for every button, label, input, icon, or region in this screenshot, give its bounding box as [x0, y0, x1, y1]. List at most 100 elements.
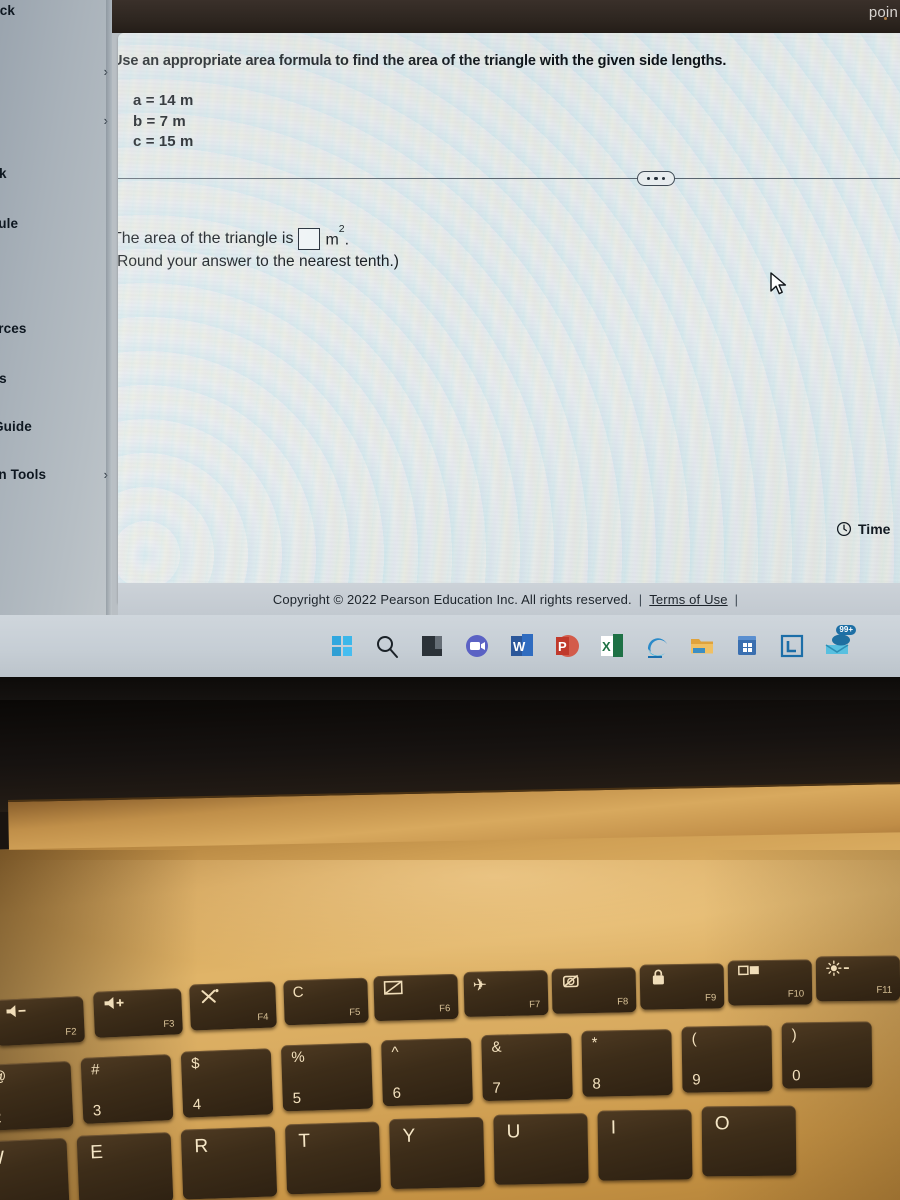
key-f8[interactable]: F8 [551, 967, 637, 1014]
key-f10[interactable]: F10 [727, 959, 813, 1006]
key-shift-symbol: # [90, 1061, 100, 1079]
powerpoint-icon[interactable]: P [553, 632, 581, 660]
clock-icon [836, 521, 852, 537]
key-base-symbol: 4 [192, 1096, 202, 1114]
laptop-body: F2 F3 F4 C F5 F6 ✈ F7 F8 F9 F10 F11 @ # … [0, 700, 900, 1200]
edge-icon[interactable] [643, 632, 671, 660]
laptop-photo-stage: poin Check rary › › book nedule [0, 0, 900, 1200]
given-c: c = 15 m [133, 133, 194, 150]
sidebar-item-ebook[interactable]: book [0, 166, 112, 181]
chevron-right-icon: › [103, 113, 108, 128]
sidebar-item-check[interactable]: Check [0, 3, 112, 18]
key-t[interactable]: T [284, 1121, 382, 1195]
key-f5[interactable]: C F5 [283, 977, 369, 1026]
svg-text:W: W [513, 639, 526, 654]
key-i[interactable]: I [597, 1109, 693, 1181]
sidebar-item-schedule[interactable]: nedule [0, 216, 112, 231]
mail-icon[interactable]: 99+ [823, 625, 856, 660]
chevron-right-icon: › [103, 64, 108, 79]
key-u[interactable]: U [493, 1113, 589, 1185]
key-9[interactable]: ( 9 [681, 1025, 773, 1093]
search-icon[interactable] [373, 632, 401, 660]
sidebar-item-resources[interactable]: sources [0, 321, 112, 336]
file-explorer-icon[interactable] [688, 632, 716, 660]
key-letter: W [0, 1147, 5, 1170]
question-prompt: Use an appropriate area formula to find … [118, 53, 727, 69]
footer-separator-trailing: | [734, 591, 739, 607]
key-f3[interactable]: F3 [93, 988, 183, 1038]
chevron-right-icon: › [103, 467, 108, 482]
outlook-icon[interactable] [778, 632, 806, 660]
dot [661, 176, 665, 181]
key-label: F6 [439, 1003, 451, 1015]
sidebar-item-library[interactable]: rary › [0, 64, 112, 79]
word-icon[interactable]: W [508, 632, 536, 660]
key-f9[interactable]: F9 [639, 963, 725, 1010]
sidebar-item-options[interactable]: tions [0, 371, 112, 386]
key-base-symbol: 0 [792, 1067, 801, 1085]
section-divider [118, 178, 900, 179]
sidebar-item-label: nedule [0, 216, 19, 231]
key-base-symbol: 7 [492, 1079, 502, 1097]
excel-icon[interactable]: X [598, 632, 626, 660]
sidebar-item-label: Check [0, 3, 16, 18]
key-label: F4 [257, 1011, 269, 1024]
key-label: F9 [705, 992, 717, 1004]
unit-exponent: 2 [338, 222, 345, 235]
key-4[interactable]: $ 4 [180, 1048, 274, 1118]
mail-unread-badge: 99+ [836, 625, 856, 635]
course-sidebar[interactable]: Check rary › › book nedule sources [0, 0, 112, 700]
time-label: Time [858, 521, 891, 537]
key-f6[interactable]: F6 [373, 973, 459, 1022]
key-f11[interactable]: F11 [815, 955, 900, 1002]
microsoft-store-icon[interactable] [733, 632, 761, 660]
mouse-cursor [770, 272, 787, 295]
key-f2[interactable]: F2 [0, 996, 85, 1046]
key-shift-symbol: ^ [391, 1043, 399, 1061]
key-shift-symbol: ) [791, 1026, 797, 1044]
key-letter: T [298, 1130, 311, 1153]
key-label: F8 [617, 996, 629, 1008]
divider-ellipsis-button[interactable] [637, 171, 675, 186]
key-base-symbol: 6 [392, 1084, 402, 1102]
taskbar-icon-group: W P X 99+ [328, 625, 856, 667]
svg-text:P: P [558, 639, 567, 654]
key-o[interactable]: O [701, 1105, 797, 1177]
key-0[interactable]: ) 0 [781, 1021, 873, 1089]
windows-taskbar[interactable]: W P X 99+ [0, 615, 900, 677]
sidebar-item-label: sources [0, 321, 27, 336]
terms-of-use-link[interactable]: Terms of Use [649, 592, 727, 607]
given-a: a = 14 m [133, 92, 194, 109]
key-w[interactable]: W [0, 1137, 70, 1200]
key-base-symbol: 9 [692, 1071, 701, 1089]
key-7[interactable]: & 7 [481, 1032, 573, 1102]
sidebar-item-label: book [0, 166, 7, 181]
unit-symbol: m [325, 231, 339, 249]
key-3[interactable]: # 3 [80, 1054, 174, 1124]
task-view-icon[interactable] [418, 632, 446, 660]
key-8[interactable]: * 8 [581, 1029, 673, 1097]
windows-start-icon[interactable] [328, 632, 356, 660]
key-shift-symbol: ( [691, 1030, 697, 1048]
key-5[interactable]: % 5 [280, 1042, 374, 1112]
key-r[interactable]: R [180, 1126, 278, 1200]
key-letter: I [610, 1117, 617, 1139]
teams-icon[interactable] [463, 632, 491, 660]
brightness-down-icon [826, 960, 849, 976]
sidebar-item-label: ck Guide [0, 419, 32, 434]
key-label: F7 [529, 999, 541, 1011]
key-label: F5 [349, 1006, 361, 1019]
copyright-text: Copyright © 2022 Pearson Education Inc. … [272, 591, 632, 607]
key-y[interactable]: Y [389, 1116, 485, 1190]
laptop-screen: poin Check rary › › book nedule [0, 0, 900, 700]
sidebar-item-quick-guide[interactable]: ck Guide [0, 419, 112, 434]
lock-icon [652, 969, 664, 985]
key-f7[interactable]: ✈ F7 [463, 969, 549, 1018]
time-remaining-indicator[interactable]: Time [836, 521, 890, 537]
answer-input-field[interactable] [298, 228, 321, 250]
sidebar-item-education-tools[interactable]: ation Tools › [0, 467, 112, 482]
key-2[interactable]: @ 2 [0, 1060, 74, 1132]
key-e[interactable]: E [76, 1132, 174, 1200]
key-f4[interactable]: F4 [189, 981, 277, 1031]
key-6[interactable]: ^ 6 [381, 1037, 473, 1107]
